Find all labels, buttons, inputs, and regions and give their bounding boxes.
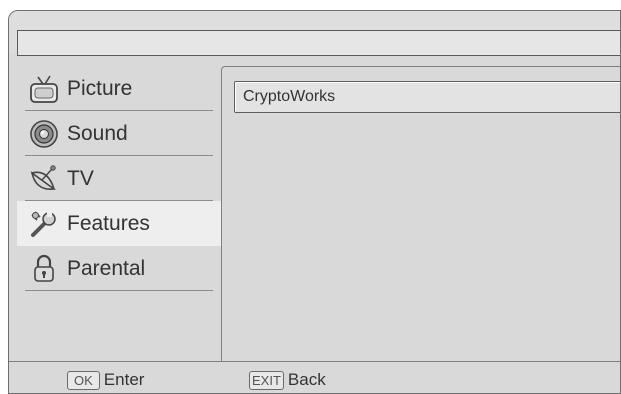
footer: OK Enter EXIT Back xyxy=(9,361,620,393)
exit-key-badge: EXIT xyxy=(249,370,284,390)
divider xyxy=(25,290,213,291)
sidebar-item-picture[interactable]: Picture xyxy=(17,66,219,111)
wrench-icon xyxy=(27,207,61,241)
sidebar-item-features[interactable]: Features xyxy=(17,201,223,246)
sidebar: Picture Sound TV Features Parental xyxy=(17,66,223,363)
header xyxy=(9,11,620,56)
ok-key-badge: OK xyxy=(67,370,100,390)
hint-label: Back xyxy=(287,370,326,389)
sidebar-item-label: Parental xyxy=(67,256,146,280)
sidebar-item-label: Sound xyxy=(67,121,128,145)
padlock-icon xyxy=(27,252,61,286)
list-item-label: CryptoWorks xyxy=(243,88,336,105)
sidebar-item-label: TV xyxy=(67,166,94,190)
sidebar-item-label: Picture xyxy=(67,76,133,100)
speaker-icon xyxy=(27,117,61,151)
sidebar-item-sound[interactable]: Sound xyxy=(17,111,219,156)
hint-enter: OK Enter xyxy=(67,370,144,390)
menu-window: Picture Sound TV Features Parental Crypt… xyxy=(8,10,621,394)
satellite-dish-icon xyxy=(27,162,61,196)
hint-back: EXIT Back xyxy=(249,370,326,390)
hint-label: Enter xyxy=(103,370,145,389)
header-title-bar xyxy=(17,30,620,56)
tv-icon xyxy=(27,72,61,106)
sidebar-item-parental[interactable]: Parental xyxy=(17,246,219,291)
list-item-cryptoworks[interactable]: CryptoWorks xyxy=(234,81,620,113)
sidebar-item-label: Features xyxy=(67,211,150,235)
content-panel: CryptoWorks xyxy=(221,66,620,364)
sidebar-item-tv[interactable]: TV xyxy=(17,156,219,201)
